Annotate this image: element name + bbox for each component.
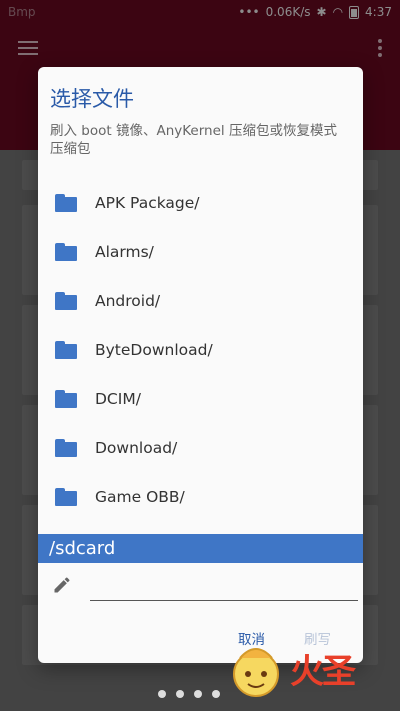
folder-name: DCIM/ bbox=[95, 389, 141, 408]
current-path: /sdcard bbox=[38, 534, 363, 563]
watermark-logo: 火圣 bbox=[224, 630, 394, 710]
dialog-title: 选择文件 bbox=[50, 87, 134, 111]
watermark-text: 火圣 bbox=[290, 652, 356, 692]
folder-icon bbox=[55, 487, 77, 506]
folder-name: Game OBB/ bbox=[95, 487, 185, 506]
folder-name: Alarms/ bbox=[95, 242, 154, 261]
list-item[interactable]: Android/ bbox=[38, 276, 363, 325]
folder-icon bbox=[55, 242, 77, 261]
page-dot bbox=[158, 690, 166, 698]
file-list: APK Package/ Alarms/ Android/ ByteDownlo… bbox=[38, 178, 363, 521]
folder-name: ByteDownload/ bbox=[95, 340, 213, 359]
mascot-icon bbox=[233, 648, 279, 697]
list-item[interactable]: DCIM/ bbox=[38, 374, 363, 423]
page-indicator bbox=[158, 690, 220, 698]
page-dot bbox=[194, 690, 202, 698]
folder-name: Android/ bbox=[95, 291, 161, 310]
folder-name: Download/ bbox=[95, 438, 178, 457]
list-item[interactable]: APK Package/ bbox=[38, 178, 363, 227]
folder-name: APK Package/ bbox=[95, 193, 200, 212]
folder-icon bbox=[55, 193, 77, 212]
folder-icon bbox=[55, 291, 77, 310]
folder-icon bbox=[55, 389, 77, 408]
page-dot bbox=[176, 690, 184, 698]
page-dot bbox=[212, 690, 220, 698]
file-picker-dialog: 选择文件 刷入 boot 镜像、AnyKernel 压缩包或恢复模式压缩包 AP… bbox=[38, 67, 363, 663]
list-item[interactable]: Download/ bbox=[38, 423, 363, 472]
list-item[interactable]: Alarms/ bbox=[38, 227, 363, 276]
folder-icon bbox=[55, 438, 77, 457]
list-item[interactable]: ByteDownload/ bbox=[38, 325, 363, 374]
pencil-icon bbox=[54, 577, 70, 593]
folder-icon bbox=[55, 340, 77, 359]
filename-input[interactable] bbox=[90, 571, 358, 601]
list-item[interactable]: Game OBB/ bbox=[38, 472, 363, 521]
dialog-subtitle: 刷入 boot 镜像、AnyKernel 压缩包或恢复模式压缩包 bbox=[50, 123, 337, 157]
filename-row bbox=[38, 567, 363, 607]
